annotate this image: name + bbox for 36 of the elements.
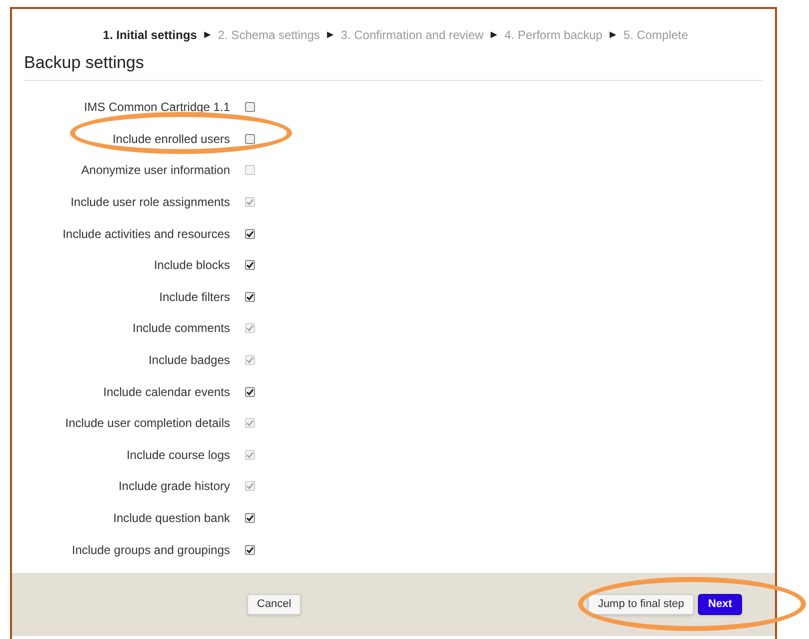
page-heading: Backup settings xyxy=(24,50,763,80)
setting-label: Include activities and resources xyxy=(62,226,230,243)
step-separator: ► xyxy=(202,28,213,43)
checkbox[interactable] xyxy=(245,102,255,112)
step-separator: ► xyxy=(324,28,336,43)
step-separator: ► xyxy=(607,28,618,43)
step-separator: ► xyxy=(488,28,500,43)
checkbox[interactable] xyxy=(245,260,255,270)
setting-label: Include filters xyxy=(158,288,230,306)
step-label: 4. Perform backup xyxy=(504,27,602,44)
checkbox[interactable] xyxy=(245,386,255,397)
checkbox[interactable] xyxy=(245,292,255,302)
step-label: 1. Initial settings xyxy=(102,27,197,44)
jump-to-final-step-button[interactable]: Jump to final step xyxy=(588,594,694,615)
setting-label: Include calendar events xyxy=(102,384,230,401)
checkbox[interactable] xyxy=(245,513,255,524)
next-button[interactable]: Next xyxy=(698,594,742,615)
checkbox[interactable] xyxy=(245,544,255,555)
setting-label: Include badges xyxy=(148,352,230,370)
checkbox[interactable] xyxy=(245,134,255,144)
cancel-button[interactable]: Cancel xyxy=(247,594,302,615)
setting-label: Anonymize user information xyxy=(80,162,230,180)
setting-label: Include course logs xyxy=(126,446,230,464)
setting-label: Include user role assignments xyxy=(70,194,230,212)
setting-label: Include comments xyxy=(132,320,230,338)
checkbox[interactable] xyxy=(245,228,255,239)
setting-label: Include blocks xyxy=(152,257,230,274)
setting-label: Include question bank xyxy=(112,510,230,528)
setting-label: Include enrolled users xyxy=(112,130,230,148)
setting-label: IMS Common Cartridge 1.1 xyxy=(82,99,230,116)
setting-label: Include groups and groupings xyxy=(70,542,230,559)
step-label: 2. Schema settings xyxy=(218,27,320,44)
step-label: 5. Complete xyxy=(623,27,688,44)
step-label: 3. Confirmation and review xyxy=(340,27,484,44)
setting-label: Include user completion details xyxy=(64,415,230,432)
setting-label: Include grade history xyxy=(118,478,230,496)
